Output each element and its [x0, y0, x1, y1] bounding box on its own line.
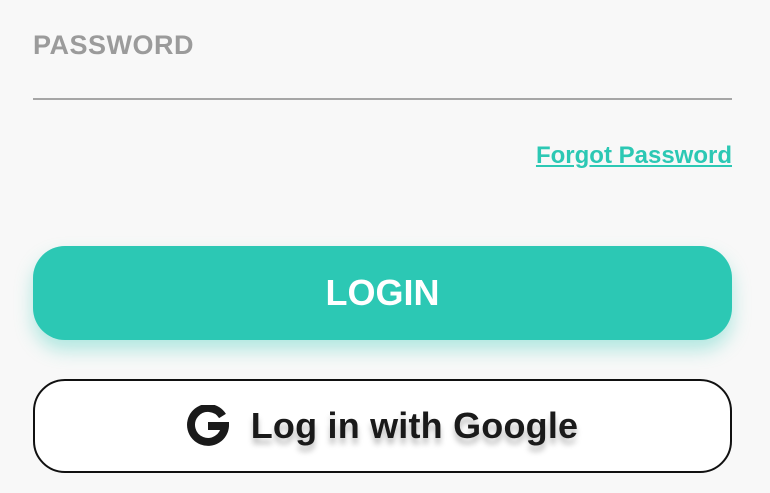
password-field[interactable] — [33, 66, 732, 100]
login-button[interactable]: LOGIN — [33, 246, 732, 340]
google-login-button[interactable]: Log in with Google — [33, 379, 732, 473]
password-label: PASSWORD — [33, 30, 195, 60]
google-icon — [186, 403, 229, 447]
google-button-label: Log in with Google — [250, 405, 579, 446]
forgot-password-link[interactable]: Forgot Password — [536, 142, 732, 170]
